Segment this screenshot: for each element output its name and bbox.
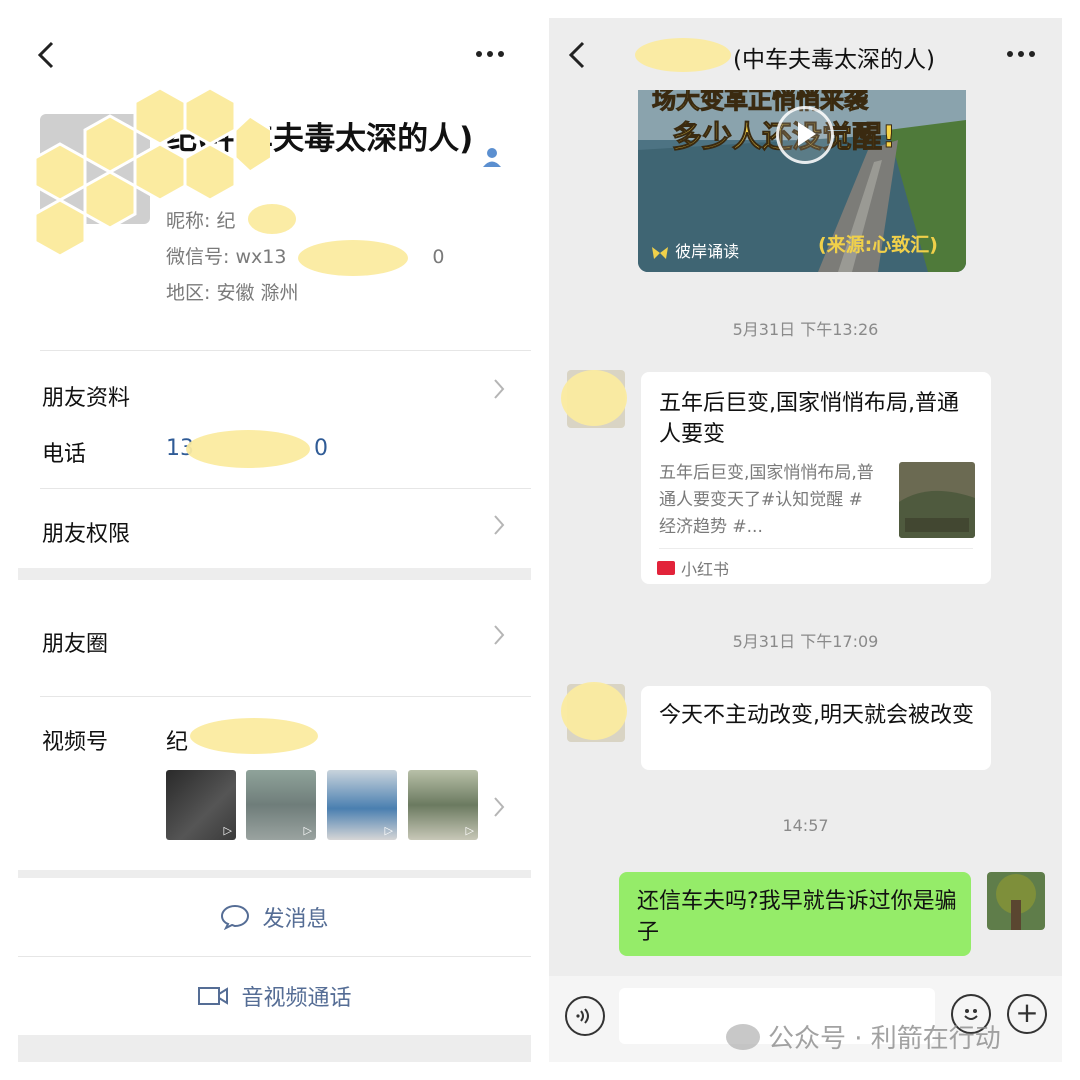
send-message-label: 发消息 bbox=[262, 907, 329, 932]
contact-profile-panel: 纪(中车夫毒太深的人) 昵称: 纪 微信号: wx13 0 地区: 安徽 滁州 朋… bbox=[18, 18, 531, 1062]
watermark: 公众号 · 利箭在行动 bbox=[726, 1018, 1001, 1055]
divider bbox=[40, 696, 531, 697]
person-icon[interactable] bbox=[481, 146, 503, 168]
butterfly-icon bbox=[652, 246, 668, 259]
moments-label[interactable]: 朋友圈 bbox=[42, 626, 108, 658]
video-call-button[interactable]: 音视频通话 bbox=[18, 957, 531, 1035]
message-text: 还信车夫吗?我早就告诉过你是骗子 bbox=[637, 889, 957, 945]
play-icon: ▷ bbox=[303, 824, 312, 837]
redaction-blur bbox=[33, 86, 270, 258]
ellipsis-icon bbox=[1007, 51, 1035, 57]
link-title: 五年后巨变,国家悄悄布局,普通人要变 bbox=[659, 391, 959, 447]
video-call-label: 音视频通话 bbox=[241, 986, 352, 1011]
wechat-logo-icon bbox=[726, 1023, 760, 1050]
channel-video-thumb[interactable]: ▷ bbox=[408, 770, 478, 840]
my-text-message[interactable]: 还信车夫吗?我早就告诉过你是骗子 bbox=[619, 872, 971, 956]
plus-icon[interactable]: + bbox=[1007, 994, 1047, 1034]
timestamp: 5月31日 下午13:26 bbox=[732, 320, 879, 339]
redaction-blur bbox=[298, 240, 408, 276]
text-message[interactable]: 今天不主动改变,明天就会被改变 bbox=[641, 686, 991, 770]
redaction-blur bbox=[190, 718, 318, 754]
redaction-blur bbox=[248, 204, 296, 234]
video-camera-icon bbox=[198, 987, 229, 1005]
channel-video-thumb[interactable]: ▷ bbox=[327, 770, 397, 840]
chevron-right-icon[interactable] bbox=[493, 624, 505, 652]
divider bbox=[40, 350, 531, 351]
phone-suffix: 0 bbox=[314, 436, 328, 461]
phone-label: 电话 bbox=[42, 442, 87, 467]
redaction-blur bbox=[186, 430, 310, 468]
voice-input-icon[interactable] bbox=[565, 996, 605, 1036]
chat-panel: (中车夫毒太深的人) 场大变革正悄悄来袭 多少人还没觉醒! 彼岸诵读 (来源:心… bbox=[549, 18, 1062, 1062]
wechat-id-tail: 0 bbox=[432, 246, 445, 268]
link-thumbnail bbox=[899, 462, 975, 538]
more-button[interactable] bbox=[1006, 36, 1036, 66]
divider bbox=[659, 548, 973, 549]
xiaohongshu-icon bbox=[657, 561, 675, 575]
back-button[interactable] bbox=[36, 40, 56, 76]
chevron-right-icon[interactable] bbox=[493, 796, 505, 824]
region-line: 地区: 安徽 滁州 bbox=[166, 282, 299, 304]
play-icon: ▷ bbox=[465, 824, 474, 837]
chat-bubble-icon bbox=[221, 904, 250, 930]
message-text: 今天不主动改变,明天就会被改变 bbox=[659, 703, 974, 728]
chevron-right-icon[interactable] bbox=[493, 514, 505, 542]
more-button[interactable] bbox=[475, 36, 505, 66]
timestamp: 5月31日 下午17:09 bbox=[732, 632, 879, 651]
channel-video-thumb[interactable]: ▷ bbox=[166, 770, 236, 840]
my-avatar[interactable] bbox=[987, 872, 1045, 930]
chevron-right-icon[interactable] bbox=[493, 378, 505, 406]
ellipsis-icon bbox=[476, 51, 504, 57]
link-source: 小红书 bbox=[657, 556, 729, 580]
video-source: (来源:心致汇) bbox=[818, 234, 938, 256]
channel-video-thumb[interactable]: ▷ bbox=[246, 770, 316, 840]
redaction-blur bbox=[561, 682, 627, 740]
divider bbox=[40, 488, 531, 489]
back-button[interactable] bbox=[567, 40, 587, 76]
chat-title: (中车夫毒太深的人) bbox=[733, 47, 935, 73]
video-brand: 彼岸诵读 bbox=[650, 238, 739, 262]
link-description: 五年后巨变,国家悄悄布局,普通人要变天了#认知觉醒 #经济趋势 #... bbox=[659, 463, 874, 537]
send-message-button[interactable]: 发消息 bbox=[18, 878, 531, 956]
play-icon: ▷ bbox=[223, 824, 232, 837]
redaction-blur bbox=[561, 370, 627, 426]
redaction-blur bbox=[635, 38, 731, 72]
play-icon[interactable] bbox=[776, 106, 834, 164]
timestamp: 14:57 bbox=[782, 816, 829, 835]
channels-value: 纪 bbox=[166, 730, 189, 755]
chevron-left-icon bbox=[568, 41, 585, 69]
play-icon: ▷ bbox=[384, 824, 393, 837]
video-message-card[interactable]: 场大变革正悄悄来袭 多少人还没觉醒! 彼岸诵读 (来源:心致汇) bbox=[638, 90, 966, 272]
link-card-message[interactable]: 五年后巨变,国家悄悄布局,普通人要变 五年后巨变,国家悄悄布局,普通人要变天了#… bbox=[641, 372, 991, 584]
channels-label[interactable]: 视频号 bbox=[42, 724, 108, 756]
friend-permission-label[interactable]: 朋友权限 bbox=[42, 516, 130, 548]
chevron-left-icon bbox=[37, 41, 54, 69]
friend-profile-label[interactable]: 朋友资料 bbox=[42, 380, 130, 412]
